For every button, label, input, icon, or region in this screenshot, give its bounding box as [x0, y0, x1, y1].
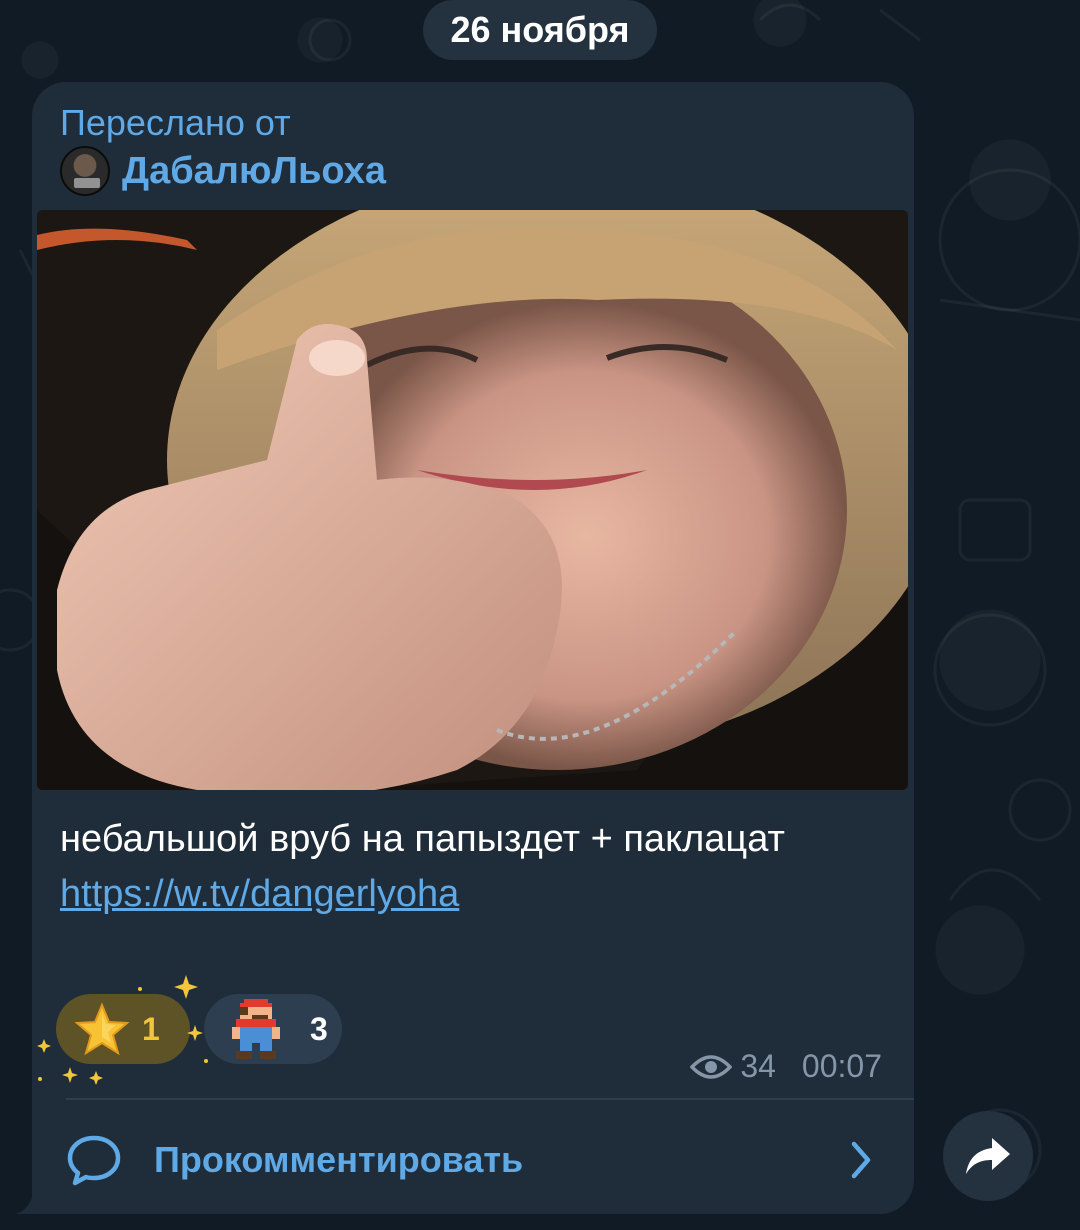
- message-time: 00:07: [801, 1048, 882, 1084]
- comments-label: Прокомментировать: [154, 1139, 524, 1180]
- comment-bubble-icon: [67, 1135, 121, 1186]
- comments-divider: [66, 1098, 914, 1100]
- forwarded-author[interactable]: ДабалюЛьоха: [60, 146, 386, 196]
- caption-text: небальшой вруб на папыздет + паклацат: [60, 818, 785, 860]
- share-arrow-icon: [966, 1138, 1010, 1174]
- reaction-count: 3: [310, 1010, 328, 1047]
- message-caption: небальшой вруб на папыздет + паклацат ht…: [60, 812, 880, 922]
- caption-link[interactable]: https://w.tv/dangerlyoha: [60, 867, 880, 922]
- author-avatar[interactable]: [60, 146, 110, 196]
- reaction-mario[interactable]: 3: [204, 994, 342, 1064]
- date-separator: 26 ноября: [423, 0, 657, 60]
- share-button[interactable]: [943, 1111, 1033, 1201]
- forwarded-label: Переслано от: [60, 102, 291, 143]
- eye-icon: [690, 1054, 733, 1079]
- photo-image: [37, 210, 908, 790]
- view-count: 34: [740, 1048, 776, 1084]
- message-photo[interactable]: [37, 210, 908, 790]
- sparkle-icon: [37, 975, 208, 1085]
- mario-icon: [232, 999, 280, 1059]
- author-name[interactable]: ДабалюЛьоха: [122, 150, 386, 193]
- comments-button[interactable]: Прокомментировать: [66, 1120, 886, 1200]
- chevron-right-icon: [851, 1141, 871, 1179]
- message-meta: 34 00:07: [690, 1048, 882, 1085]
